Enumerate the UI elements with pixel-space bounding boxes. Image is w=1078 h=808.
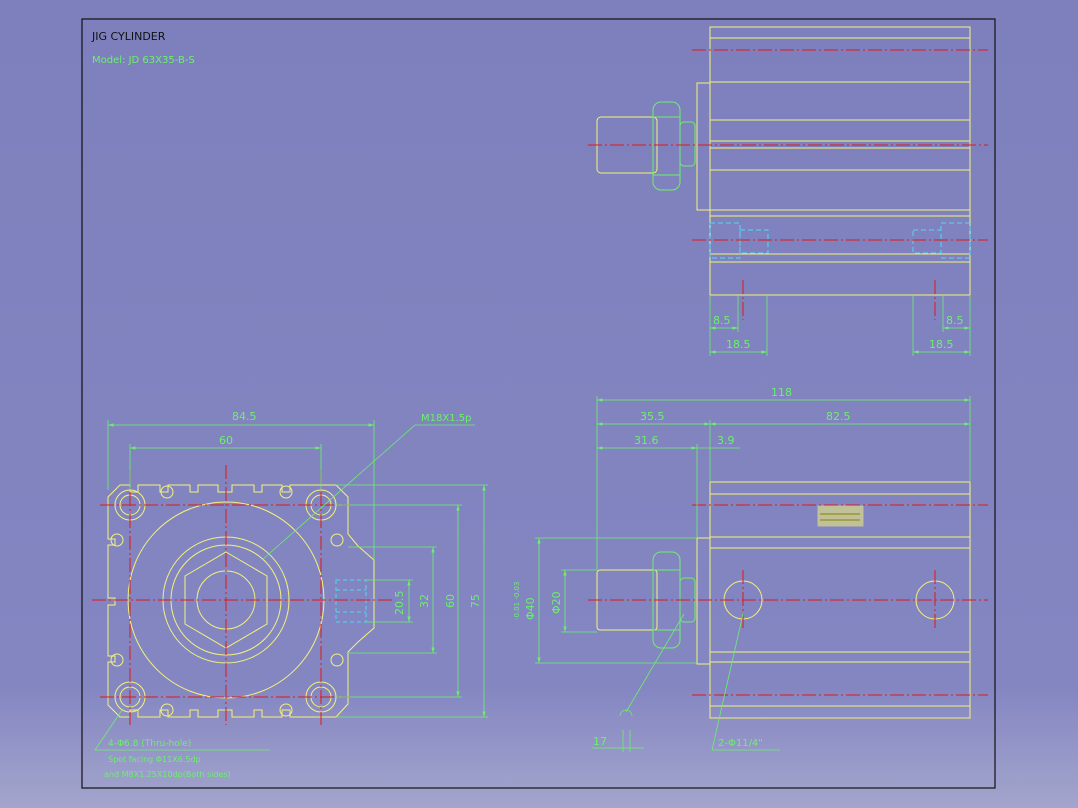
dim-3-9: 3.9: [717, 434, 735, 447]
dim-top-8-5-left: 8.5: [713, 314, 731, 327]
dim-35-5: 35.5: [640, 410, 665, 423]
dim-top-8-5-right: 8.5: [946, 314, 964, 327]
hole-note-line-2: Spot facing Φ11X6.5dp: [108, 755, 201, 764]
dim-75: 75: [469, 594, 482, 608]
dim-dia-40: Φ40: [524, 597, 537, 620]
dim-32: 32: [418, 594, 431, 608]
hole-note-line-3: and M8X1.25X10dp(Both sides): [104, 770, 231, 779]
dim-top-18-5-left: 18.5: [726, 338, 751, 351]
head-flange-side: [696, 537, 711, 665]
dim-top-18-5-right: 18.5: [929, 338, 954, 351]
centerlines-top: [588, 49, 988, 320]
dim-118: 118: [771, 386, 792, 399]
port-leader: [711, 613, 780, 751]
model-label: Model: JD 63X35-B-S: [92, 55, 195, 66]
cad-drawing-sheet: JIG CYLINDER Model: JD 63X35-B-S 8.5 18.…: [81, 18, 996, 789]
dim-82-5: 82.5: [826, 410, 851, 423]
rod-nut-top: [652, 101, 696, 191]
dim-31-6: 31.6: [634, 434, 659, 447]
head-flange-top: [696, 82, 711, 211]
dim-tolerance: -0.01 -0.03: [513, 582, 521, 620]
drawing-title: JIG CYLINDER: [91, 30, 166, 43]
end-plate-outline: [107, 484, 375, 718]
thread-leader: [261, 424, 475, 561]
hidden-port-front: [335, 579, 367, 623]
front-view: [107, 484, 375, 718]
dim-17: 17: [593, 735, 607, 748]
hole-note-line-1: 4-Φ6.8 (Thru-hole): [108, 739, 191, 749]
drawing-frame: [81, 18, 996, 789]
cylinder-body-top: [709, 26, 971, 296]
dim-84-5: 84.5: [232, 410, 257, 423]
dim-20-5: 20.5: [393, 591, 406, 616]
dim-60-top: 60: [219, 434, 233, 447]
dim-60-side: 60: [444, 594, 457, 608]
dim-dia-20: Φ20: [550, 591, 563, 614]
nameplate: [817, 505, 864, 527]
port-callout: 2-Φ11/4": [718, 738, 763, 749]
front-view-dimensions: [94, 420, 488, 751]
thread-callout: M18X1.5p: [421, 413, 471, 424]
centerlines-side: [588, 504, 988, 696]
side-view-dimensions: [535, 396, 971, 752]
